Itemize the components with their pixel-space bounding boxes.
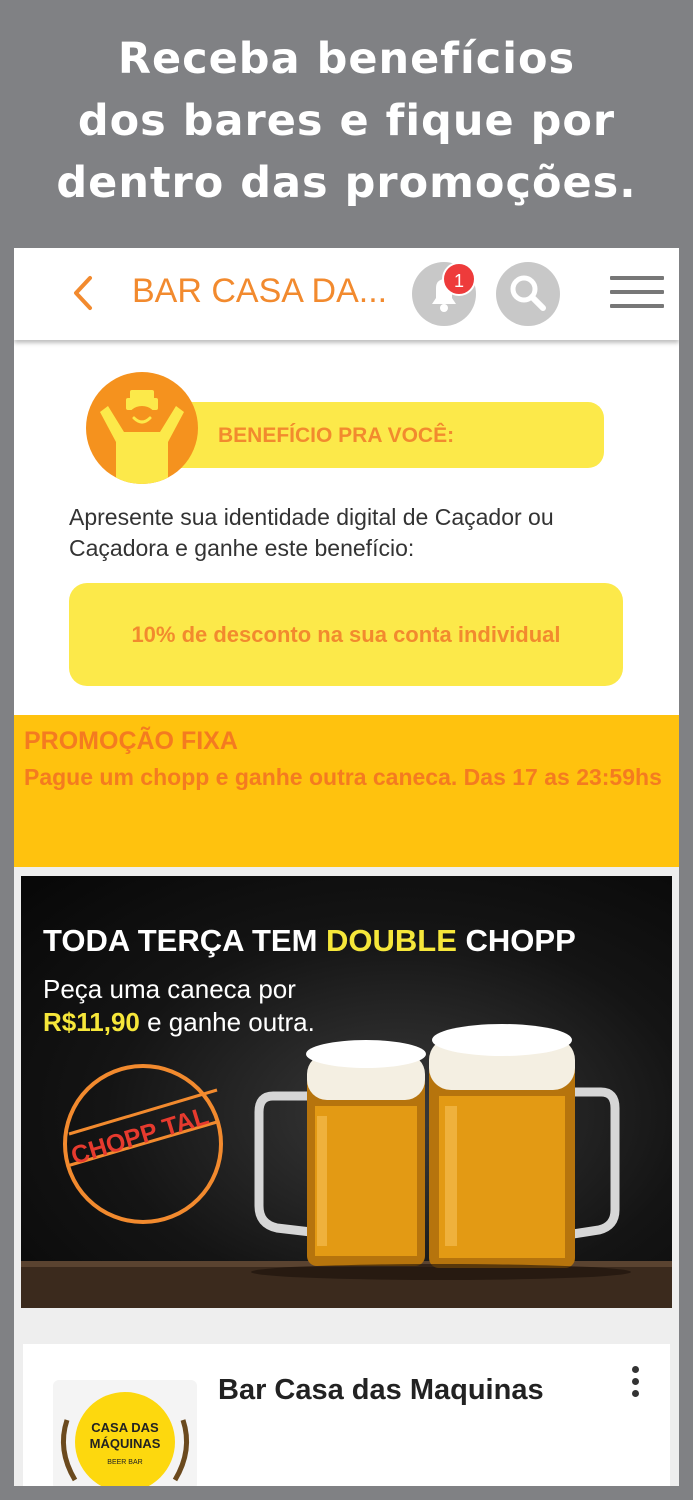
bar-name: Bar Casa das Maquinas	[218, 1374, 544, 1406]
more-options-icon[interactable]	[627, 1366, 643, 1406]
banner-price: R$11,90	[43, 1007, 140, 1037]
banner-headline: TODA TERÇA TEM DOUBLE CHOPP	[43, 923, 576, 958]
discount-pill: 10% de desconto na sua conta individual	[69, 583, 623, 686]
headline-line-1: Receba benefícios	[117, 34, 576, 84]
promo-headline: Receba benefícios dos bares e fique por …	[0, 28, 693, 214]
headline-line-3: dentro das promoções.	[56, 158, 637, 208]
promo-banner[interactable]: TODA TERÇA TEM DOUBLE CHOPP Peça uma can…	[21, 876, 672, 1308]
bar-logo: CASA DAS MÁQUINAS BEER BAR	[53, 1380, 197, 1486]
app-top-bar: BAR CASA DA... 1	[14, 248, 679, 340]
back-icon[interactable]	[64, 268, 104, 318]
benefit-label: BENEFÍCIO PRA VOCÊ:	[218, 424, 455, 447]
svg-text:BEER BAR: BEER BAR	[107, 1459, 142, 1466]
fixed-promotion: PROMOÇÃO FIXA Pague um chopp e ganhe out…	[14, 715, 679, 867]
banner-subtitle-2: R$11,90 e ganhe outra.	[43, 1007, 315, 1037]
menu-icon[interactable]	[610, 276, 664, 312]
search-button[interactable]	[496, 262, 560, 326]
page-title: BAR CASA DA...	[132, 272, 388, 310]
benefit-description: Apresente sua identidade digital de Caça…	[69, 504, 554, 561]
search-icon	[510, 275, 546, 311]
promo-title: PROMOÇÃO FIXA	[24, 727, 238, 755]
hunter-avatar-icon	[86, 372, 198, 484]
phone-screen: BAR CASA DA... 1 BENEFÍCIO PRA VOCÊ: Apr…	[14, 248, 679, 1486]
headline-line-2: dos bares e fique por	[77, 96, 616, 146]
bar-card[interactable]: CASA DAS MÁQUINAS BEER BAR Bar Casa das …	[23, 1344, 670, 1486]
svg-text:MÁQUINAS: MÁQUINAS	[90, 1436, 161, 1451]
svg-text:CASA DAS: CASA DAS	[91, 1420, 159, 1435]
banner-subtitle-1: Peça uma caneca por	[43, 974, 296, 1004]
promo-text: Pague um chopp e ganhe outra caneca. Das…	[24, 764, 662, 790]
notification-badge: 1	[442, 262, 476, 296]
bar-detail-content: BENEFÍCIO PRA VOCÊ: Apresente sua identi…	[14, 340, 679, 1486]
